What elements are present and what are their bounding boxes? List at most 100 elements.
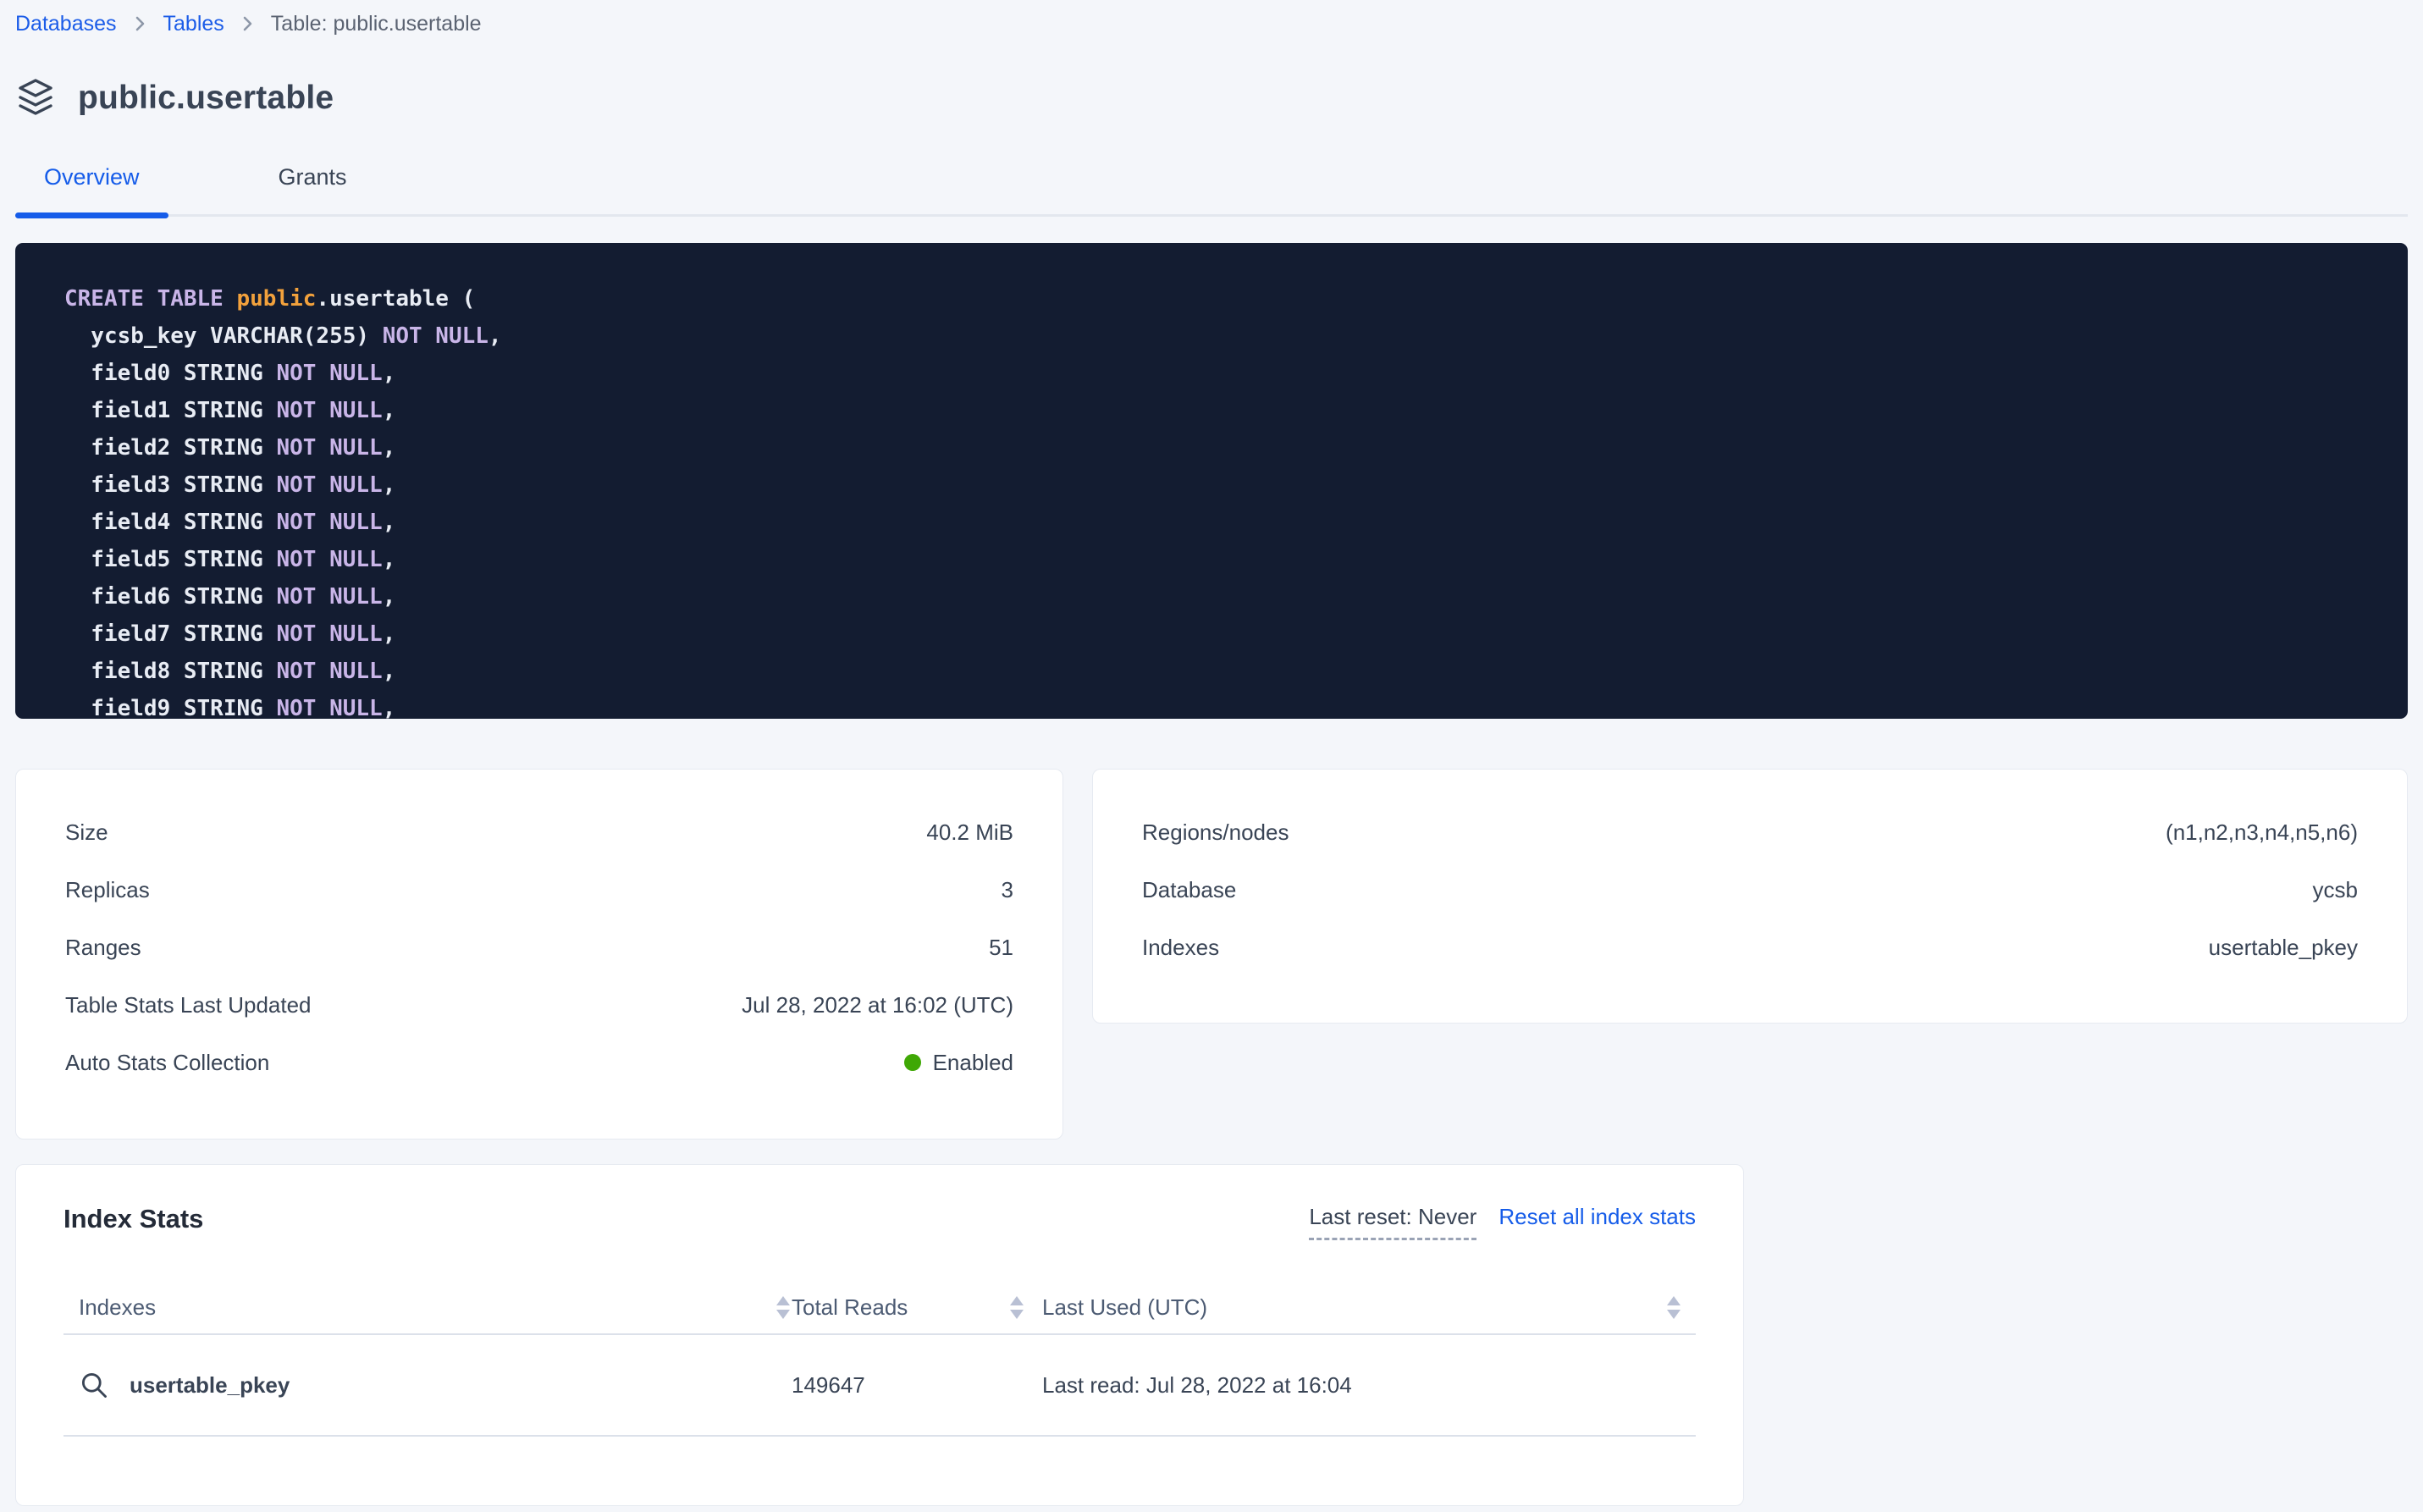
sql-token: , — [383, 659, 396, 684]
stat-value-text: (n1,n2,n3,n4,n5,n6) — [2166, 819, 2358, 846]
stat-value-text: Enabled — [933, 1050, 1013, 1076]
sql-token: NOT NULL — [276, 398, 382, 423]
stat-value: 40.2 MiB — [926, 819, 1013, 846]
index-table-header: Indexes Total Reads Last Used (UTC) — [63, 1281, 1696, 1333]
sql-token: , — [383, 584, 396, 610]
sql-code-line: field4 STRING NOT NULL, — [64, 504, 2408, 541]
sql-code-line: field6 STRING NOT NULL, — [64, 578, 2408, 615]
sort-icon[interactable] — [1010, 1296, 1024, 1319]
stat-label: Database — [1142, 877, 1236, 903]
index-table-row[interactable]: usertable_pkey 149647 Last read: Jul 28,… — [63, 1335, 1696, 1435]
table-details-page: Databases Tables Table: public.usertable… — [0, 10, 2423, 1506]
sql-token: NOT NULL — [276, 659, 382, 684]
tab-bar: Overview Grants — [15, 164, 2408, 217]
column-header-indexes[interactable]: Indexes — [79, 1294, 790, 1321]
breadcrumb-databases-link[interactable]: Databases — [15, 12, 117, 36]
stat-value: Jul 28, 2022 at 16:02 (UTC) — [742, 992, 1013, 1018]
index-stats-title: Index Stats — [63, 1204, 203, 1234]
sql-code-line: ycsb_key VARCHAR(255) NOT NULL, — [64, 317, 2408, 355]
stat-row: Auto Stats CollectionEnabled — [65, 1034, 1013, 1091]
page-title: public.usertable — [78, 80, 334, 117]
index-last-used: Last read: Jul 28, 2022 at 16:04 — [1024, 1372, 1681, 1399]
page-title-row: public.usertable — [15, 74, 2408, 122]
column-label: Total Reads — [792, 1294, 908, 1321]
sort-icon[interactable] — [776, 1296, 790, 1319]
stack-layers-icon — [15, 77, 56, 119]
chevron-right-icon — [134, 14, 146, 34]
sql-code-line: field1 STRING NOT NULL, — [64, 392, 2408, 429]
chevron-right-icon — [241, 14, 254, 34]
breadcrumb: Databases Tables Table: public.usertable — [15, 10, 2408, 37]
stat-row: Table Stats Last Updated Jul 28, 2022 at … — [65, 976, 1013, 1034]
sql-token: public — [237, 286, 317, 312]
stat-value-text: usertable_pkey — [2209, 935, 2358, 961]
sort-icon[interactable] — [1667, 1296, 1681, 1319]
search-icon — [79, 1370, 109, 1400]
sql-code-line: field3 STRING NOT NULL, — [64, 466, 2408, 504]
status-dot-icon — [904, 1054, 921, 1071]
stat-label: Size — [65, 819, 108, 846]
stat-row: Database ycsb — [1142, 861, 2358, 919]
breadcrumb-current: Table: public.usertable — [271, 12, 482, 36]
column-header-last-used[interactable]: Last Used (UTC) — [1024, 1294, 1681, 1321]
tab-grants[interactable]: Grants — [250, 164, 376, 214]
sql-token: .usertable ( — [316, 286, 475, 312]
create-table-sql-block: CREATE TABLE public.usertable ( ycsb_key… — [15, 243, 2408, 719]
sql-token: field0 STRING — [64, 361, 276, 386]
sql-token: field9 STRING — [64, 696, 276, 719]
tab-overview[interactable]: Overview — [15, 164, 168, 214]
stat-label: Indexes — [1142, 935, 1219, 961]
sql-code-line: field7 STRING NOT NULL, — [64, 615, 2408, 653]
stat-value: usertable_pkey — [2209, 935, 2358, 961]
sql-token: , — [383, 361, 396, 386]
stat-row: Replicas3 — [65, 861, 1013, 919]
sql-token: , — [383, 398, 396, 423]
sql-token: , — [383, 510, 396, 535]
stat-label: Table Stats Last Updated — [65, 992, 312, 1018]
column-label: Last Used (UTC) — [1042, 1294, 1207, 1321]
column-header-total-reads[interactable]: Total Reads — [790, 1294, 1024, 1321]
sql-token: field7 STRING — [64, 621, 276, 647]
sql-token: field1 STRING — [64, 398, 276, 423]
stat-value-text: 51 — [989, 935, 1013, 961]
sql-token: NOT NULL — [276, 510, 382, 535]
sql-token: , — [488, 323, 502, 349]
sql-code-line: field8 STRING NOT NULL, — [64, 653, 2408, 690]
sql-token: field3 STRING — [64, 472, 276, 498]
summary-cards-row: Size40.2 MiBReplicas3Ranges51Table Stats… — [15, 769, 2408, 1140]
stat-label: Regions/nodes — [1142, 819, 1289, 846]
sql-token: NOT NULL — [383, 323, 488, 349]
sql-token: , — [383, 696, 396, 719]
index-stats-card: Index Stats Last reset: Never Reset all … — [15, 1164, 1744, 1506]
sql-token: NOT NULL — [276, 621, 382, 647]
stat-value-text: ycsb — [2313, 877, 2358, 903]
column-label: Indexes — [79, 1294, 156, 1321]
index-name[interactable]: usertable_pkey — [130, 1372, 290, 1399]
stat-row: Ranges51 — [65, 919, 1013, 976]
breadcrumb-tables-link[interactable]: Tables — [163, 12, 224, 36]
stat-value: Enabled — [904, 1050, 1013, 1076]
stat-value-text: 3 — [1002, 877, 1013, 903]
sql-token: field4 STRING — [64, 510, 276, 535]
sql-token: NOT NULL — [276, 584, 382, 610]
stat-row: Regions/nodes (n1,n2,n3,n4,n5,n6) — [1142, 803, 2358, 861]
reset-all-index-stats-link[interactable]: Reset all index stats — [1499, 1204, 1696, 1230]
stat-value: (n1,n2,n3,n4,n5,n6) — [2166, 819, 2358, 846]
sql-token: field2 STRING — [64, 435, 276, 461]
table-stats-card: Size40.2 MiBReplicas3Ranges51Table Stats… — [15, 769, 1063, 1140]
sql-code-line: CREATE TABLE public.usertable ( — [64, 280, 2408, 317]
stat-value: ycsb — [2313, 877, 2358, 903]
sql-token: CREATE TABLE — [64, 286, 237, 312]
sql-token: , — [383, 472, 396, 498]
stat-value: 3 — [1002, 877, 1013, 903]
sql-token: , — [383, 435, 396, 461]
sql-token: NOT NULL — [276, 361, 382, 386]
stat-value-text: 40.2 MiB — [926, 819, 1013, 846]
sql-token: field8 STRING — [64, 659, 276, 684]
sql-token: NOT NULL — [276, 547, 382, 572]
index-stats-header: Index Stats Last reset: Never Reset all … — [63, 1204, 1696, 1240]
last-reset-label[interactable]: Last reset: Never — [1309, 1204, 1476, 1240]
sql-token: NOT NULL — [276, 696, 382, 719]
stat-row: Indexes usertable_pkey — [1142, 919, 2358, 976]
sql-token: , — [383, 547, 396, 572]
